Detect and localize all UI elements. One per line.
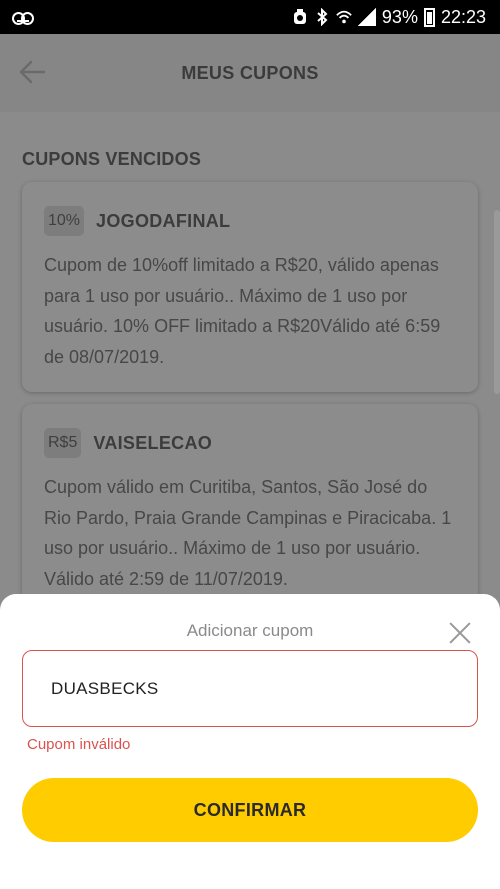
battery-percent: 93% [381,6,418,27]
arrow-left-icon[interactable] [18,60,46,84]
wifi-icon [336,10,352,24]
confirm-button[interactable]: CONFIRMAR [22,778,478,842]
battery-icon [423,7,435,27]
alarm-icon [293,9,306,24]
section-title: CUPONS VENCIDOS [22,149,202,169]
clock: 22:23 [440,6,486,27]
coupon-card[interactable]: 10% JOGODAFINAL Cupom de 10%off limitado… [22,182,478,392]
scrollbar[interactable] [494,210,500,394]
coupon-description: Cupom de 10%off limitado a R$20, válido … [44,255,441,367]
app-bar: MEUS CUPONS [0,34,500,112]
coupon-description: Cupom válido em Curitiba, Santos, São Jo… [44,477,452,589]
page-title: MEUS CUPONS [181,62,319,83]
voicemail-icon [12,12,34,25]
coupon-badge: R$5 [44,428,82,458]
sheet-title: Adicionar cupom [186,621,314,640]
add-coupon-sheet: Adicionar cupom Cupom inválido CONFIRMAR [0,594,500,889]
bluetooth-icon [317,8,328,26]
coupon-code-input[interactable] [22,650,478,727]
coupon-code: VAISELECAO [93,432,213,453]
signal-icon [357,8,376,26]
coupon-code: JOGODAFINAL [96,210,231,231]
coupon-badge: 10% [44,206,85,236]
error-message: Cupom inválido [27,736,131,753]
close-icon[interactable] [448,621,472,645]
status-bar: 93% 22:23 [0,0,500,34]
